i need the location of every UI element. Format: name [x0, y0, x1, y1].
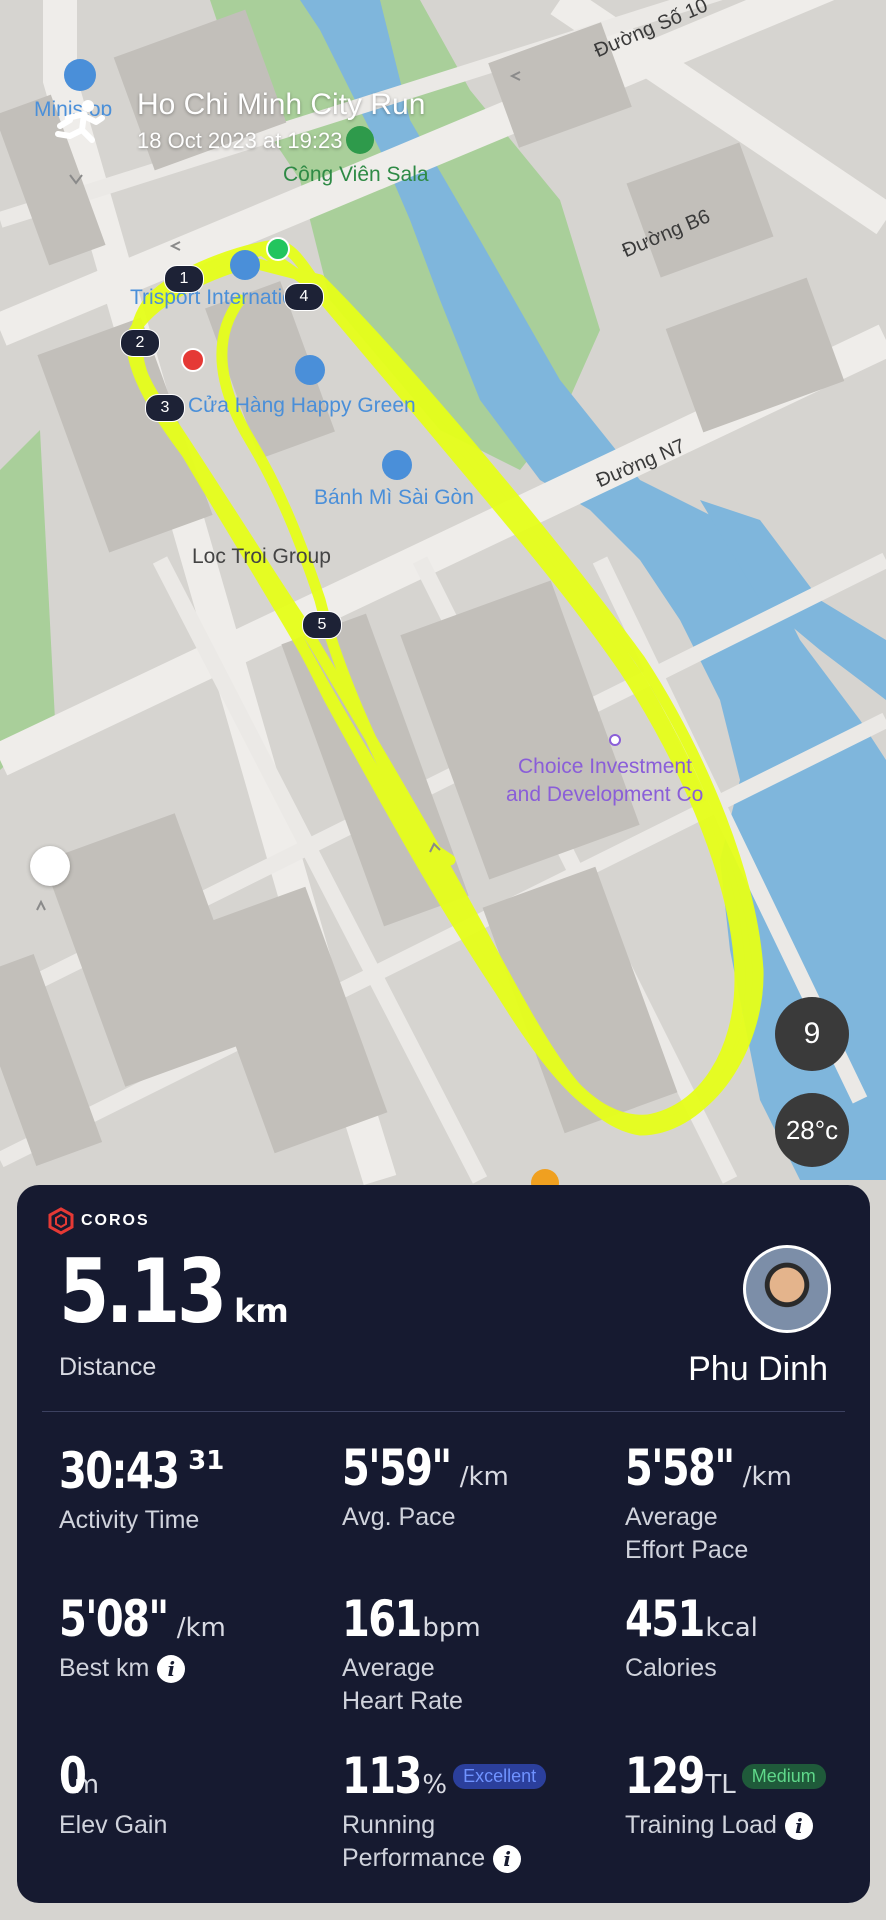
coros-logo-icon [48, 1207, 74, 1235]
avg-pace-value: 5'59" [342, 1439, 452, 1497]
compass-button[interactable]: 9 [775, 997, 849, 1071]
lap-marker-4[interactable]: 4 [284, 283, 324, 311]
temperature-badge: 28°c [775, 1093, 849, 1167]
distance-value: 5.13 [59, 1240, 227, 1343]
route-start-marker [266, 237, 290, 261]
running-perf-value: 113 [342, 1747, 422, 1805]
distance-label: Distance [59, 1353, 157, 1381]
training-load-value: 129 [625, 1747, 705, 1805]
running-perf-info-icon[interactable]: i [493, 1845, 522, 1874]
stat-elev-gain: 0 m Elev Gain [59, 1747, 319, 1842]
stat-best-km: 5'08" /km Best km i [59, 1590, 319, 1685]
route-end-marker [181, 348, 205, 372]
elev-gain-value: 0 [59, 1747, 87, 1805]
training-load-unit: TL [705, 1770, 736, 1800]
running-icon [55, 100, 105, 143]
activity-datetime: 18 Oct 2023 at 19:23 [137, 128, 343, 153]
heart-rate-unit: bpm [422, 1613, 481, 1643]
calories-label: Calories [625, 1654, 717, 1682]
best-km-unit: /km [176, 1613, 226, 1643]
lap-marker-1[interactable]: 1 [164, 265, 204, 293]
best-km-label: Best km [59, 1654, 150, 1682]
stat-heart-rate: 161 bpm Average Heart Rate [342, 1590, 602, 1718]
running-perf-label-line2: Performance [342, 1844, 486, 1872]
effort-pace-value: 5'58" [625, 1439, 735, 1497]
best-km-value: 5'08" [59, 1590, 169, 1648]
stat-effort-pace: 5'58" /km Average Effort Pace [625, 1439, 885, 1567]
avg-pace-label: Avg. Pace [342, 1503, 456, 1531]
coros-logo: COROS [47, 1207, 150, 1235]
poi-label-cong-vien: Công Viên Sala [283, 163, 429, 186]
avatar[interactable] [743, 1245, 831, 1333]
calories-unit: kcal [705, 1613, 758, 1643]
activity-time-seconds: 31 [188, 1446, 225, 1476]
poi-label-choice-line2: and Development Co [506, 783, 704, 806]
lap-marker-2[interactable]: 2 [120, 329, 160, 357]
medium-badge: Medium [741, 1763, 826, 1789]
activity-time-label: Activity Time [59, 1506, 200, 1534]
calories-value: 451 [625, 1590, 705, 1648]
best-km-info-icon[interactable]: i [157, 1655, 186, 1684]
effort-pace-label-line1: Average [625, 1503, 718, 1531]
user-name: Phu Dinh [688, 1350, 828, 1388]
poi-label-loc-troi: Loc Troi Group [192, 545, 331, 568]
elev-gain-label: Elev Gain [59, 1811, 168, 1839]
lap-marker-3[interactable]: 3 [145, 394, 185, 422]
heart-rate-label-line2: Heart Rate [342, 1687, 463, 1715]
training-load-label: Training Load [625, 1811, 777, 1839]
effort-pace-label-line2: Effort Pace [625, 1536, 749, 1564]
running-perf-unit: % [422, 1770, 448, 1800]
temperature-value: 28°c [785, 1115, 839, 1145]
stat-avg-pace: 5'59" /km Avg. Pace [342, 1439, 602, 1534]
stat-activity-time: 30:43 31 Activity Time [59, 1442, 319, 1537]
excellent-badge: Excellent [453, 1763, 547, 1789]
activity-summary-card: COROS 5.13 km Distance Phu Dinh 30:43 31… [17, 1185, 870, 1903]
avg-pace-unit: /km [459, 1462, 509, 1492]
running-perf-label-line1: Running [342, 1811, 436, 1839]
map-drag-handle[interactable] [30, 846, 70, 886]
poi-label-banh-mi: Bánh Mì Sài Gòn [314, 486, 474, 509]
divider [42, 1411, 845, 1412]
poi-label-choice-line1: Choice Investment [518, 755, 692, 778]
effort-pace-unit: /km [742, 1462, 792, 1492]
poi-label-happy-green: Cửa Hàng Happy Green [188, 394, 416, 417]
stat-calories: 451 kcal Calories [625, 1590, 885, 1685]
stat-training-load: 129 TL Medium Training Load i [625, 1747, 865, 1842]
distance-value-group: 5.13 km [59, 1240, 289, 1343]
activity-title: Ho Chi Minh City Run [137, 88, 426, 121]
lap-marker-5[interactable]: 5 [302, 611, 342, 639]
brand-name: COROS [81, 1212, 150, 1229]
compass-value: 9 [803, 1017, 821, 1050]
training-load-info-icon[interactable]: i [784, 1812, 813, 1841]
heart-rate-value: 161 [342, 1590, 422, 1648]
stat-running-performance: 113 % Excellent Running Performance i [342, 1747, 642, 1875]
distance-unit: km [234, 1292, 289, 1330]
heart-rate-label-line1: Average [342, 1654, 435, 1682]
activity-time-value: 30:43 [59, 1442, 180, 1500]
